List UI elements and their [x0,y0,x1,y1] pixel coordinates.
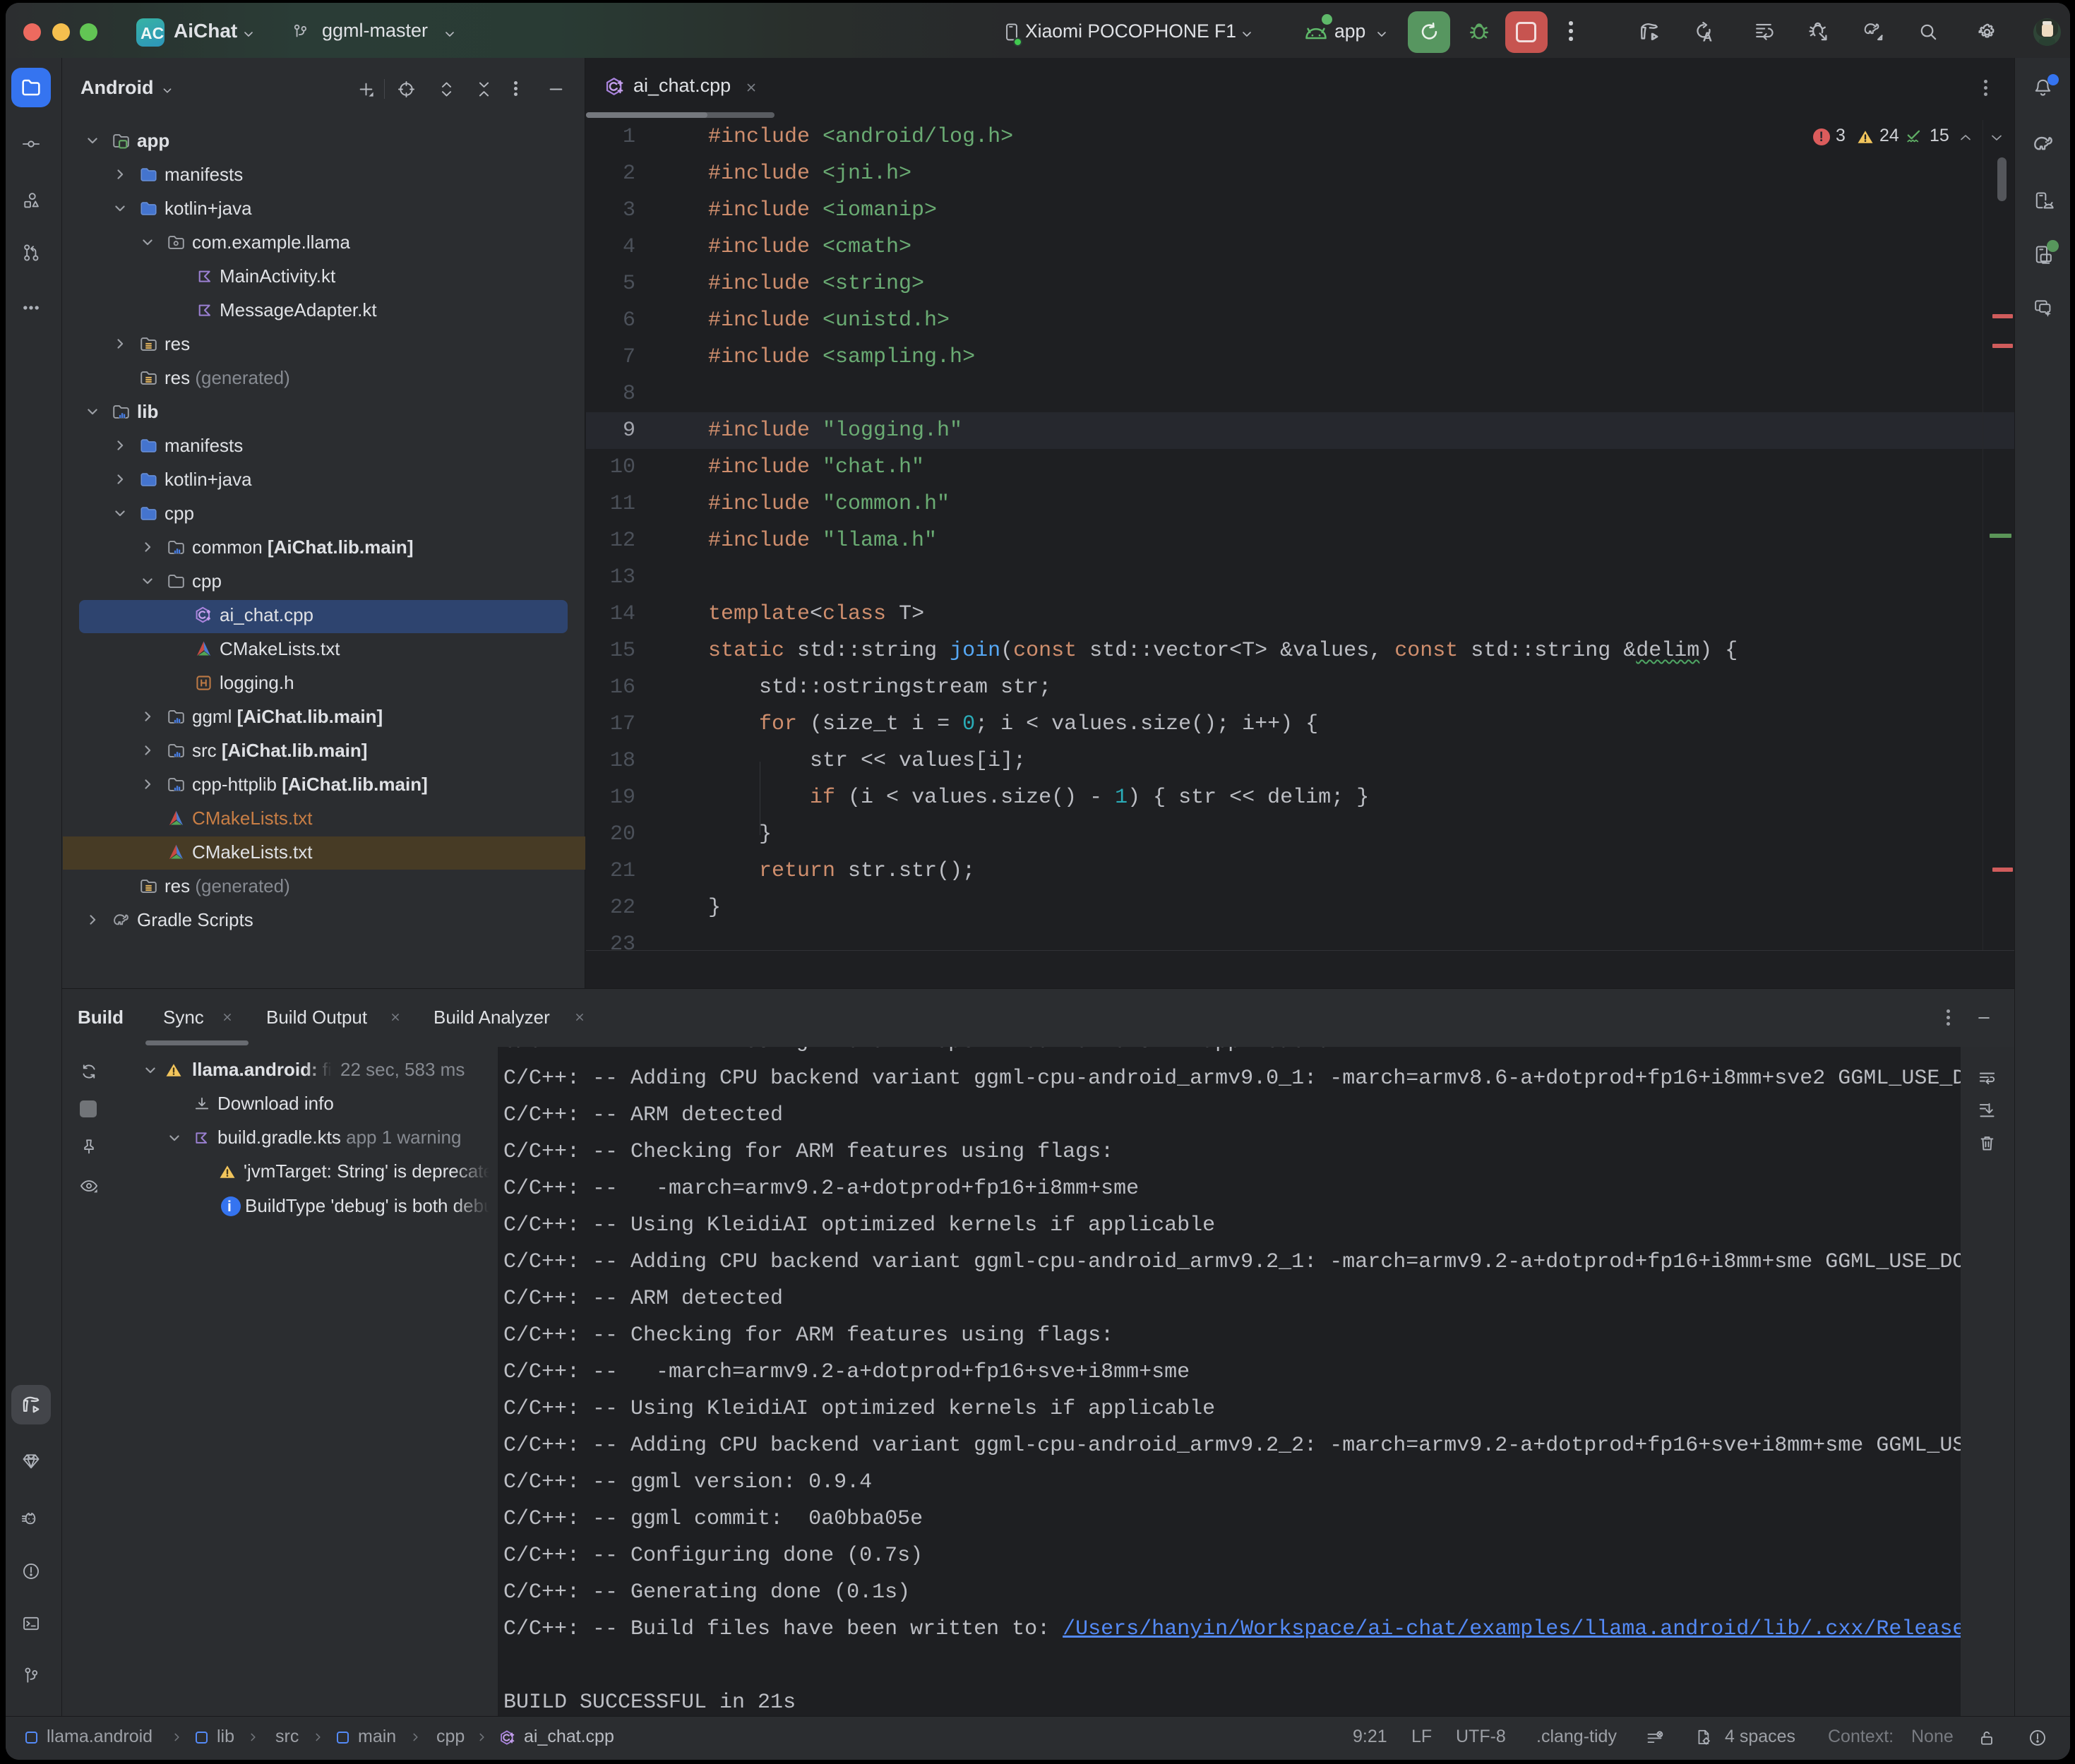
svg-text:A: A [1703,29,1712,44]
